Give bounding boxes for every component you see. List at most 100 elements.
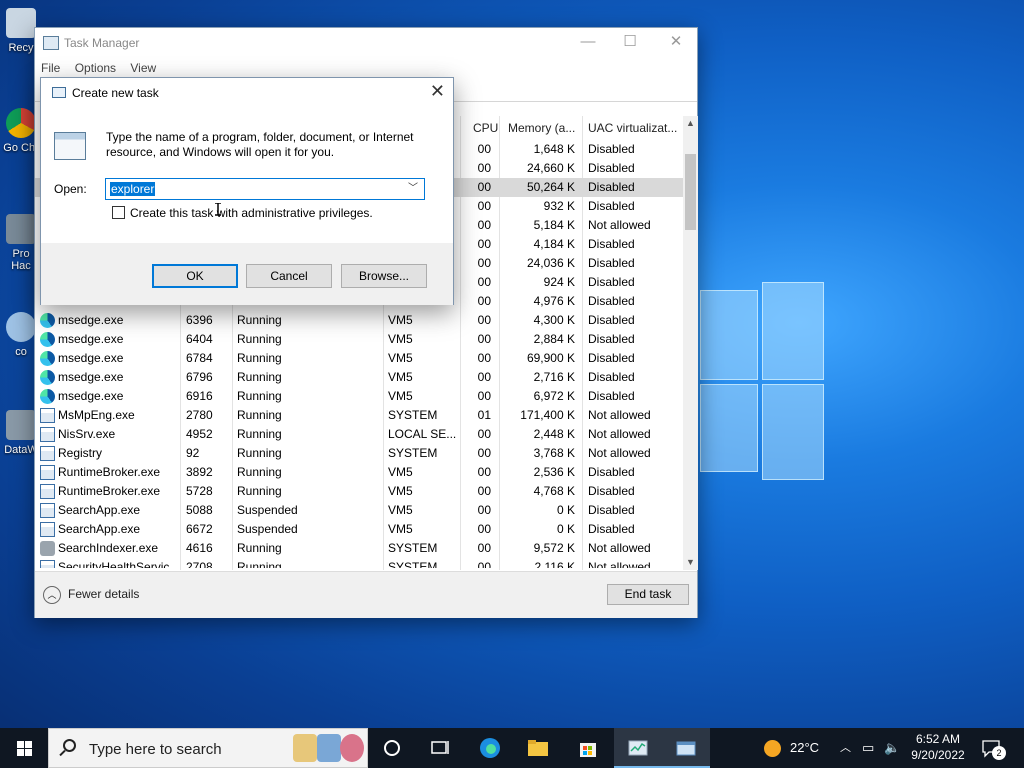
run-icon (52, 87, 66, 98)
process-cpu: 00 (477, 237, 491, 251)
process-uac: Not allowed (588, 218, 651, 232)
process-uac: Disabled (588, 275, 635, 289)
window-app-icon (40, 446, 55, 461)
notifications-button[interactable]: 2 (982, 728, 1008, 768)
process-memory: 6,972 K (533, 389, 575, 403)
edge-icon (40, 389, 55, 404)
task-manager-footer: ︿ Fewer details End task (35, 571, 697, 618)
process-memory: 2,448 K (533, 427, 575, 441)
table-row[interactable]: msedge.exe 6404 Running VM5 00 2,884 K Disable… (35, 330, 683, 349)
table-row[interactable]: SearchApp.exe 5088 Suspended VM5 00 0 K Disabl… (35, 501, 683, 520)
taskbar-search-box[interactable]: Type here to search (48, 728, 368, 768)
process-pid: 2708 (186, 560, 213, 568)
close-button[interactable]: ✕ (653, 28, 699, 58)
edge-taskbar-button[interactable] (466, 728, 514, 768)
table-row[interactable]: msedge.exe 6396 Running VM5 00 4,300 K Disable… (35, 311, 683, 330)
process-name: msedge.exe (58, 332, 124, 346)
search-indexer-icon (40, 541, 55, 556)
process-name: msedge.exe (58, 370, 124, 384)
network-icon[interactable]: ▭ (862, 728, 874, 768)
ok-button[interactable]: OK (152, 264, 238, 288)
table-row[interactable]: SearchIndexer.exe 4616 Running SYSTEM 00 9,57… (35, 539, 683, 558)
checkbox-label: Create this task with administrative pri… (130, 206, 373, 220)
process-memory: 4,300 K (533, 313, 575, 327)
weather-widget[interactable]: 22°C (764, 728, 819, 768)
process-uac: Not allowed (588, 408, 651, 422)
search-icon (63, 739, 76, 752)
process-name: NisSrv.exe (58, 427, 116, 441)
dialog-close-icon[interactable]: ✕ (430, 81, 445, 102)
process-name: RuntimeBroker.exe (58, 484, 161, 498)
open-combobox[interactable]: explorer ﹀ (105, 178, 425, 200)
process-name: msedge.exe (58, 313, 124, 327)
process-name: RuntimeBroker.exe (58, 465, 161, 479)
table-row[interactable]: RuntimeBroker.exe 3892 Running VM5 00 2,536 K… (35, 463, 683, 482)
process-memory: 50,264 K (526, 180, 575, 194)
process-uac: Disabled (588, 332, 635, 346)
volume-icon[interactable]: 🔈 (884, 728, 900, 768)
table-row[interactable]: SearchApp.exe 6672 Suspended VM5 00 0 K Disabl… (35, 520, 683, 539)
scroll-down-arrow-icon[interactable]: ▼ (685, 557, 696, 567)
search-highlight-icon (293, 734, 317, 762)
clock-date: 9/20/2022 (911, 748, 965, 762)
table-row[interactable]: msedge.exe 6784 Running VM5 00 69,900 K Disabl… (35, 349, 683, 368)
store-taskbar-button[interactable] (564, 728, 612, 768)
dialog-description: Type the name of a program, folder, docu… (106, 130, 414, 159)
process-cpu: 00 (477, 275, 491, 289)
checkbox-box[interactable] (112, 206, 125, 219)
column-header-uac[interactable]: UAC virtualizat... (588, 119, 677, 139)
scroll-up-arrow-icon[interactable]: ▲ (685, 118, 696, 128)
maximize-button[interactable]: ☐ (607, 28, 653, 58)
table-row[interactable]: Registry 92 Running SYSTEM 00 3,768 K Not allo… (35, 444, 683, 463)
process-status: Running (237, 541, 282, 555)
run-dialog-taskbar-button[interactable] (662, 728, 710, 768)
file-explorer-taskbar-button[interactable] (514, 728, 562, 768)
table-row[interactable]: RuntimeBroker.exe 5728 Running VM5 00 4,768 K… (35, 482, 683, 501)
taskbar-clock[interactable]: 6:52 AM 9/20/2022 (908, 731, 968, 763)
admin-privileges-checkbox[interactable]: Create this task with administrative pri… (112, 206, 373, 220)
cortana-button[interactable] (368, 728, 416, 768)
process-status: Running (237, 560, 282, 568)
sun-weather-icon (764, 740, 781, 758)
dialog-titlebar[interactable]: Create new task ✕ (41, 78, 453, 108)
menu-options[interactable]: Options (75, 58, 116, 78)
fewer-details-link[interactable]: ︿ Fewer details (43, 586, 139, 604)
task-manager-titlebar[interactable]: Task Manager — ☐ ✕ (35, 28, 697, 58)
start-button[interactable] (0, 728, 48, 768)
table-row[interactable]: NisSrv.exe 4952 Running LOCAL SE... 00 2,448 … (35, 425, 683, 444)
menu-file[interactable]: File (41, 58, 60, 78)
table-row[interactable]: msedge.exe 6796 Running VM5 00 2,716 K Disable… (35, 368, 683, 387)
chevron-up-icon[interactable]: ︿ (840, 728, 851, 768)
task-manager-icon (628, 740, 648, 756)
table-row[interactable]: MsMpEng.exe 2780 Running SYSTEM 01 171,400 K N… (35, 406, 683, 425)
browse-button[interactable]: Browse... (341, 264, 427, 288)
table-row[interactable]: msedge.exe 6916 Running VM5 00 6,972 K Disable… (35, 387, 683, 406)
process-memory: 2,716 K (533, 370, 575, 384)
process-uac: Disabled (588, 199, 635, 213)
vertical-scrollbar[interactable]: ▲ ▼ (683, 116, 698, 570)
process-cpu: 00 (477, 256, 491, 270)
column-header-cpu[interactable]: CPU (473, 119, 498, 139)
process-memory: 2,536 K (533, 465, 575, 479)
cancel-button[interactable]: Cancel (246, 264, 332, 288)
process-cpu: 00 (477, 351, 491, 365)
process-pid: 5728 (186, 484, 213, 498)
process-user: VM5 (388, 332, 413, 346)
scrollbar-thumb[interactable] (685, 154, 696, 230)
menu-view[interactable]: View (130, 58, 156, 78)
open-input-value[interactable]: explorer (110, 182, 156, 196)
process-memory: 932 K (543, 199, 575, 213)
task-view-button[interactable] (416, 728, 464, 768)
process-status: Running (237, 465, 282, 479)
edge-icon (40, 351, 55, 366)
process-name: SearchIndexer.exe (58, 541, 159, 555)
column-header-memory[interactable]: Memory (a... (508, 119, 575, 139)
chevron-down-icon[interactable]: ﹀ (408, 179, 418, 199)
end-task-button[interactable]: End task (607, 584, 689, 605)
minimize-button[interactable]: — (565, 28, 611, 58)
table-row[interactable]: SecurityHealthServic... 2708 Running SYSTEM… (35, 558, 683, 568)
task-manager-taskbar-button[interactable] (614, 728, 662, 768)
edge-icon (40, 332, 55, 347)
window-app-icon (40, 484, 55, 499)
process-name: MsMpEng.exe (58, 408, 135, 422)
